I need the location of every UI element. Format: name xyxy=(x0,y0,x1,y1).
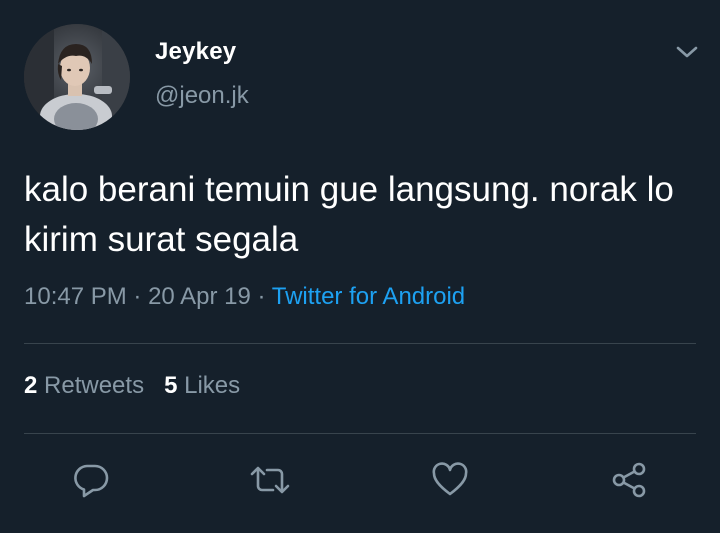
avatar[interactable] xyxy=(24,24,130,130)
like-button[interactable] xyxy=(428,458,472,502)
tweet-stats: 2 Retweets 5 Likes xyxy=(24,372,240,400)
likes-count: 5 xyxy=(164,372,178,399)
share-icon xyxy=(612,462,646,498)
heart-icon xyxy=(432,462,468,496)
meta-separator: · xyxy=(133,283,142,310)
divider xyxy=(24,433,696,434)
tweet-source-link[interactable]: Twitter for Android xyxy=(272,283,465,310)
tweet-text: kalo berani temuin gue langsung. norak l… xyxy=(24,170,674,259)
user-handle[interactable]: @jeon.jk xyxy=(155,82,249,110)
reply-icon xyxy=(74,464,109,498)
reply-button[interactable] xyxy=(69,458,113,502)
retweet-icon xyxy=(250,466,290,494)
chevron-down-icon[interactable] xyxy=(674,42,700,62)
retweets-stat[interactable]: 2 Retweets xyxy=(24,372,144,399)
share-button[interactable] xyxy=(607,458,651,502)
tweet-meta: 10:47 PM · 20 Apr 19 · Twitter for Andro… xyxy=(24,283,465,311)
divider xyxy=(24,343,696,344)
retweet-button[interactable] xyxy=(248,458,292,502)
tweet-date: 20 Apr 19 xyxy=(148,283,251,310)
meta-separator: · xyxy=(257,283,266,310)
likes-stat[interactable]: 5 Likes xyxy=(164,372,240,399)
display-name[interactable]: Jeykey xyxy=(155,38,236,66)
tweet-time: 10:47 PM xyxy=(24,283,127,310)
retweets-count: 2 xyxy=(24,372,38,399)
retweets-label: Retweets xyxy=(44,372,145,399)
tweet-detail: Jeykey @jeon.jk kalo berani temuin gue l… xyxy=(0,0,720,533)
likes-label: Likes xyxy=(184,372,241,399)
